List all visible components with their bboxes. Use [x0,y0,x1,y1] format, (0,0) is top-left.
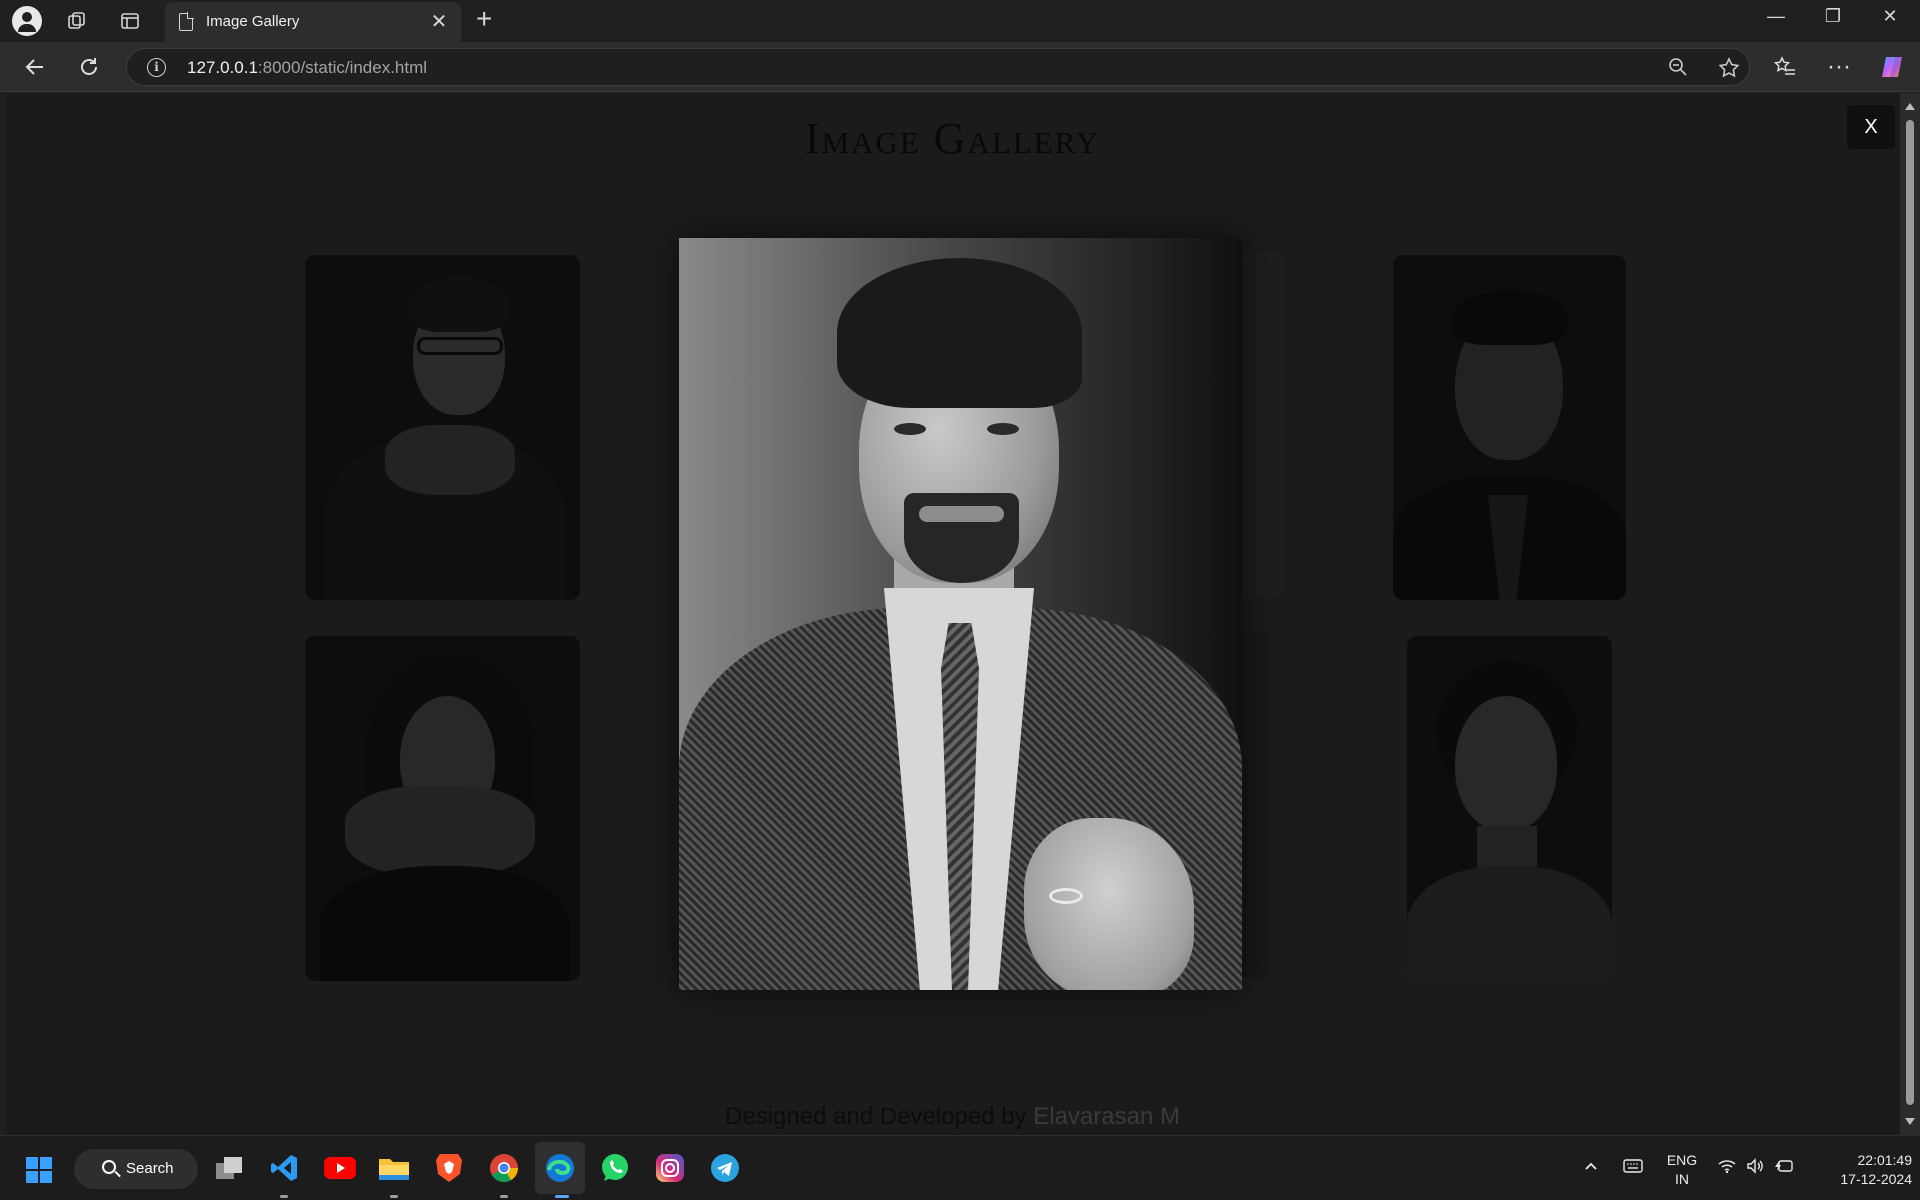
favorites-list-icon[interactable] [1769,51,1801,83]
document-icon [179,12,194,31]
refresh-icon[interactable] [73,51,105,83]
page-viewport: Image Gallery X Designed and Developed b… [5,93,1900,1135]
vscode-running-indicator [280,1195,288,1198]
clock-date: 17-12-2024 [1840,1171,1912,1187]
enlarged-image-eye-right [987,423,1019,435]
back-arrow-icon[interactable] [19,51,51,83]
whatsapp-icon[interactable] [598,1151,632,1185]
gallery-thumbnail-partial[interactable] [1242,253,1285,598]
footer-credit-text: Designed and Developed by [725,1103,1034,1130]
gallery-thumbnail[interactable] [305,636,580,981]
new-tab-icon[interactable]: + [476,3,492,35]
tab-title: Image Gallery [206,13,300,30]
thumb-man-glasses-image [305,255,580,600]
vertical-tabs-icon[interactable] [114,5,146,37]
thumb-woman-hands-chin-image [305,636,580,981]
browser-tab-active[interactable]: Image Gallery ✕ [165,2,461,42]
minimize-icon[interactable]: — [1756,6,1796,27]
tab-close-icon[interactable]: ✕ [427,9,451,34]
enlarged-image-mouth [919,506,1004,522]
url-host: 127.0.0.1 [187,58,258,77]
thumb-man-suit-tie-image [1393,255,1626,600]
edge-icon[interactable] [543,1151,577,1185]
brave-icon[interactable] [432,1151,466,1185]
scroll-down-arrow-icon[interactable] [1905,1118,1915,1125]
input-language[interactable]: ENG IN [1662,1151,1702,1189]
page-title: Image Gallery [804,114,1101,163]
workspaces-icon[interactable] [61,5,93,37]
language-region: IN [1675,1171,1689,1187]
windows-taskbar: Search ENG IN 22:01:49 17-12-2024 [0,1135,1920,1200]
site-info-icon[interactable]: i [147,58,166,77]
enlarged-image-hair [837,258,1082,408]
enlarged-image-ring [1049,888,1083,904]
restore-icon[interactable]: ❐ [1813,6,1853,27]
window-close-icon[interactable]: ✕ [1870,6,1910,27]
address-toolbar: i 127.0.0.1:8000/static/index.html ··· [0,42,1920,92]
gallery-thumbnail-partial[interactable] [1242,633,1270,978]
show-hidden-icons-chevron-icon[interactable] [1583,1158,1599,1179]
favorite-star-icon[interactable] [1717,56,1741,86]
enlarged-image[interactable] [679,238,1242,990]
vertical-scrollbar[interactable] [1900,93,1920,1135]
lightbox-close-button[interactable]: X [1847,105,1895,149]
gallery-thumbnail[interactable] [305,255,580,600]
copilot-icon[interactable] [1876,51,1908,83]
edge-active-indicator [555,1195,569,1198]
wifi-icon[interactable] [1717,1158,1737,1179]
taskbar-search-button[interactable]: Search [74,1149,198,1189]
youtube-icon[interactable] [323,1151,357,1185]
gallery-thumbnail[interactable] [1407,636,1612,981]
taskbar-search-label: Search [126,1160,174,1177]
file-explorer-icon[interactable] [377,1151,411,1185]
battery-charging-icon[interactable] [1774,1158,1794,1179]
clock[interactable]: 22:01:49 17-12-2024 [1808,1151,1912,1189]
instagram-icon[interactable] [653,1151,687,1185]
browser-titlebar: Image Gallery ✕ + — ❐ ✕ [0,0,1920,42]
file-explorer-running-indicator [390,1195,398,1198]
telegram-icon[interactable] [708,1151,742,1185]
profile-avatar-icon[interactable] [12,6,42,36]
gallery-thumbnail[interactable] [1393,255,1626,600]
thumb-woman-portrait-image [1407,636,1612,981]
scroll-up-arrow-icon[interactable] [1905,103,1915,110]
keyboard-icon[interactable] [1623,1158,1643,1179]
language-code: ENG [1666,1152,1698,1168]
url-path: :8000/static/index.html [257,58,428,77]
zoom-out-icon[interactable] [1667,56,1689,84]
chrome-running-indicator [500,1195,508,1198]
clock-time: 22:01:49 [1857,1152,1913,1168]
url-text[interactable]: 127.0.0.1:8000/static/index.html [187,58,427,78]
task-view-icon[interactable] [212,1151,246,1185]
volume-icon[interactable] [1746,1158,1764,1179]
windows-start-icon[interactable] [26,1157,52,1183]
more-options-icon[interactable]: ··· [1823,51,1855,83]
address-bar[interactable]: i 127.0.0.1:8000/static/index.html [126,48,1750,86]
enlarged-image-hand [1024,818,1194,990]
search-icon [102,1160,116,1174]
enlarged-image-eye-left [894,423,926,435]
vscode-icon[interactable] [267,1151,301,1185]
footer-author-name: Elavarasan M [1033,1103,1180,1130]
scrollbar-thumb[interactable] [1906,120,1914,1105]
chrome-icon[interactable] [487,1151,521,1185]
page-footer: Designed and Developed by Elavarasan M [5,1103,1900,1131]
